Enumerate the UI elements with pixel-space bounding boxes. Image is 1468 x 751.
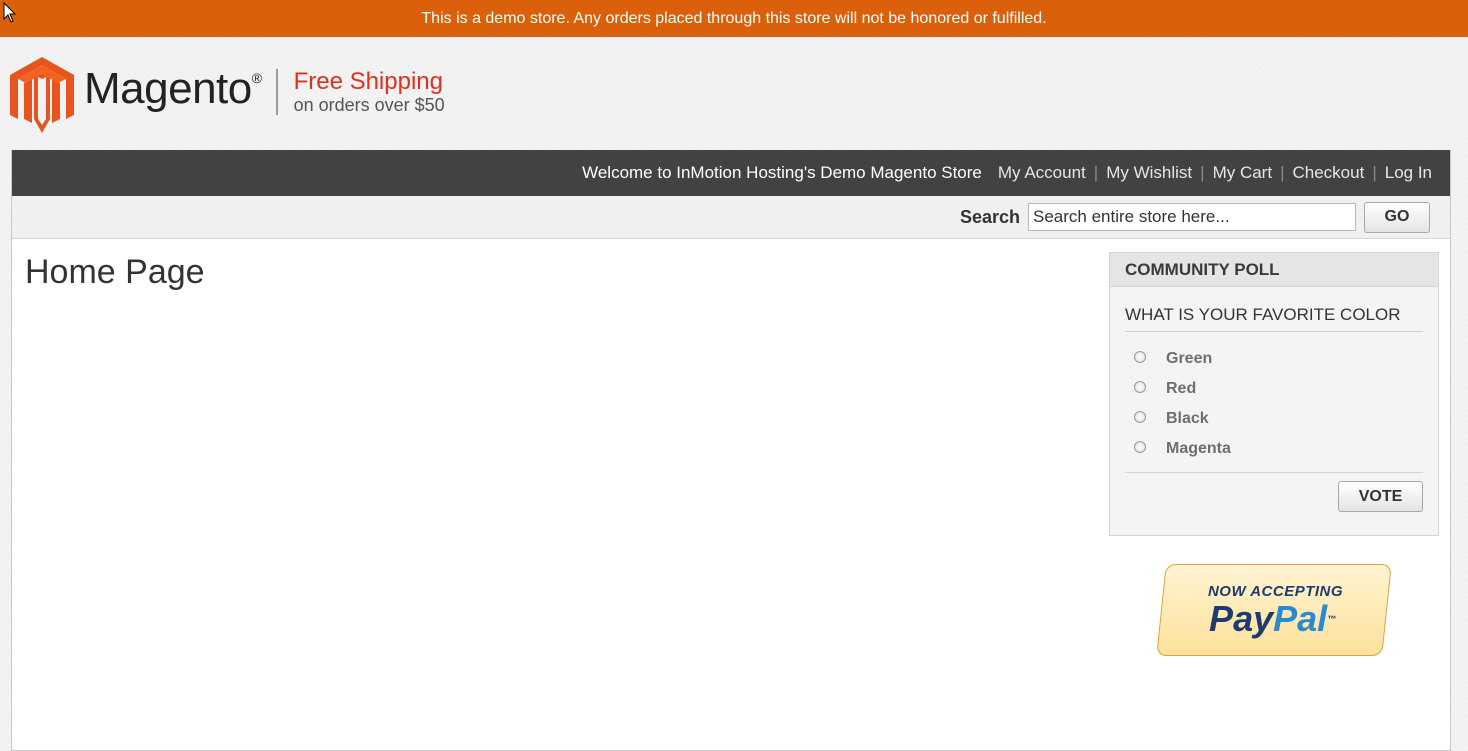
arrow-cursor-icon [3,2,17,23]
poll-option-green[interactable]: Green [1134,344,1423,374]
radio-button[interactable] [1134,351,1146,363]
radio-button[interactable] [1134,381,1146,393]
vote-button[interactable]: VOTE [1338,481,1423,512]
logo-divider [275,69,278,115]
free-shipping-promo: Free Shipping on orders over $50 [293,68,445,116]
my-wishlist-link[interactable]: My Wishlist [1106,163,1192,183]
link-separator: | [1280,163,1285,182]
demo-notice-text: This is a demo store. Any orders placed … [421,9,1047,27]
poll-option-label[interactable]: Green [1166,350,1212,368]
checkout-link[interactable]: Checkout [1292,163,1364,183]
link-separator: | [1093,163,1099,182]
search-go-button[interactable]: GO [1364,201,1430,233]
poll-option-magenta[interactable]: Magenta [1134,434,1423,464]
poll-option-label[interactable]: Black [1166,410,1209,428]
search-label: Search [959,206,1020,227]
poll-title: COMMUNITY POLL [1110,253,1438,287]
shipping-title: Free Shipping [293,68,443,95]
radio-button[interactable] [1134,411,1146,423]
poll-actions: VOTE [1125,472,1423,512]
paypal-tagline: NOW ACCEPTING [1208,582,1344,600]
log-in-link[interactable]: Log In [1385,163,1432,183]
account-links: My Account | My Wishlist | My Cart | Che… [998,163,1432,183]
radio-button[interactable] [1134,441,1146,453]
my-cart-link[interactable]: My Cart [1213,163,1273,183]
demo-store-notice: This is a demo store. Any orders placed … [0,0,1468,37]
main-container: Welcome to InMotion Hosting's Demo Magen… [11,150,1451,751]
poll-option-black[interactable]: Black [1134,404,1423,434]
search-bar: Search GO [12,196,1450,239]
magento-logo-icon [10,57,74,133]
poll-option-label[interactable]: Magenta [1166,440,1231,458]
my-account-link[interactable]: My Account [998,163,1086,183]
welcome-message: Welcome to InMotion Hosting's Demo Magen… [582,163,982,182]
poll-option-label[interactable]: Red [1166,380,1196,398]
link-separator: | [1372,163,1377,182]
paypal-logo: PayPal™ [1209,597,1337,639]
logo-wordmark: Magento® [84,64,262,113]
page-title: Home Page [25,253,205,291]
community-poll: COMMUNITY POLL WHAT IS YOUR FAVORITE COL… [1109,252,1439,536]
poll-option-red[interactable]: Red [1134,374,1423,404]
paypal-banner[interactable]: NOW ACCEPTING PayPal™ [1156,564,1392,656]
poll-options: Green Red Black Magenta [1134,344,1423,464]
store-logo[interactable]: Magento® Free Shipping on orders over $5… [10,57,445,133]
link-separator: | [1200,163,1205,182]
search-input[interactable] [1028,203,1356,231]
shipping-subtitle: on orders over $50 [293,95,445,115]
poll-question: WHAT IS YOUR FAVORITE COLOR [1125,305,1423,332]
header-bar: Welcome to InMotion Hosting's Demo Magen… [12,150,1450,196]
